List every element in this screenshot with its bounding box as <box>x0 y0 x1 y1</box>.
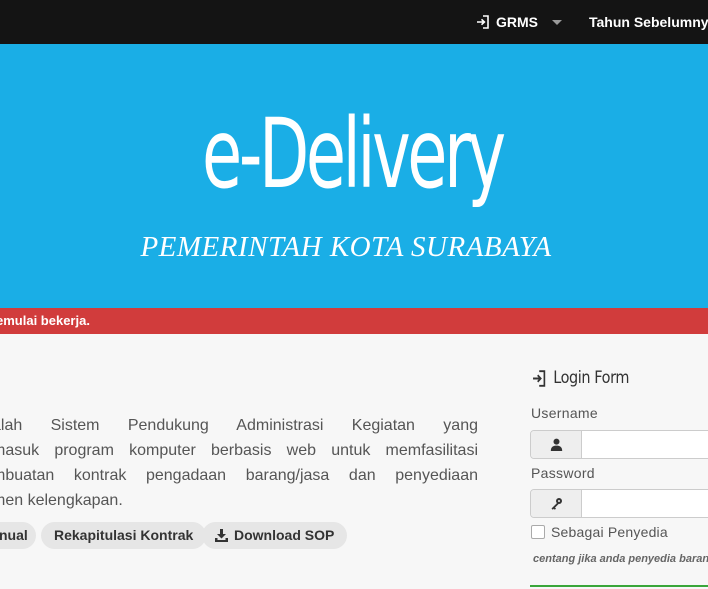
manual-button[interactable]: nual <box>0 522 36 549</box>
password-label: Password <box>531 465 595 481</box>
description-line: mbuatan kontrak pengadaan barang/jasa da… <box>0 467 478 484</box>
rekapitulasi-kontrak-button[interactable]: Rekapitulasi Kontrak <box>41 522 207 549</box>
password-group <box>530 489 708 518</box>
penyedia-checkbox[interactable] <box>531 525 545 539</box>
sign-in-icon <box>476 15 490 29</box>
nav-tahun-sebelumnya[interactable]: Tahun Sebelumnya <box>589 0 708 44</box>
penyedia-hint: centang jika anda penyedia barang/jasa <box>533 553 708 565</box>
manual-button-label: nual <box>0 527 28 543</box>
download-icon <box>215 529 228 542</box>
caret-down-icon <box>552 19 562 25</box>
description: alah Sistem Pendukung Administrasi Kegia… <box>0 413 478 515</box>
login-form-title: Login Form <box>553 368 629 388</box>
penyedia-checkbox-label: Sebagai Penyedia <box>551 524 668 540</box>
alert-text: emulai bekerja. <box>0 313 90 328</box>
description-line: men kelengkapan. <box>0 492 123 509</box>
password-input[interactable] <box>582 490 708 517</box>
nav-grms-dropdown[interactable]: GRMS <box>476 0 562 44</box>
app-title: e-Delivery <box>202 98 506 210</box>
top-navbar: GRMS Tahun Sebelumnya <box>0 0 708 44</box>
rekapitulasi-kontrak-label: Rekapitulasi Kontrak <box>54 527 194 543</box>
download-sop-button[interactable]: Download SOP <box>202 522 348 549</box>
alert-bar: emulai bekerja. <box>0 308 708 334</box>
username-label: Username <box>531 405 598 421</box>
app-subtitle: PEMERINTAH KOTA SURABAYA <box>140 231 552 263</box>
description-line: alah Sistem Pendukung Administrasi Kegia… <box>0 417 478 434</box>
header-banner: e-Delivery PEMERINTAH KOTA SURABAYA <box>0 44 708 308</box>
nav-grms-label: GRMS <box>496 14 538 30</box>
user-icon <box>531 431 582 458</box>
key-icon <box>531 490 582 517</box>
login-form-heading: Login Form <box>532 368 629 388</box>
username-input[interactable] <box>582 431 708 458</box>
sign-in-icon <box>532 369 546 387</box>
login-button-edge[interactable] <box>530 585 708 587</box>
description-line: masuk program komputer berbasis web untu… <box>0 442 478 459</box>
username-group <box>530 430 708 459</box>
download-sop-label: Download SOP <box>234 527 335 543</box>
